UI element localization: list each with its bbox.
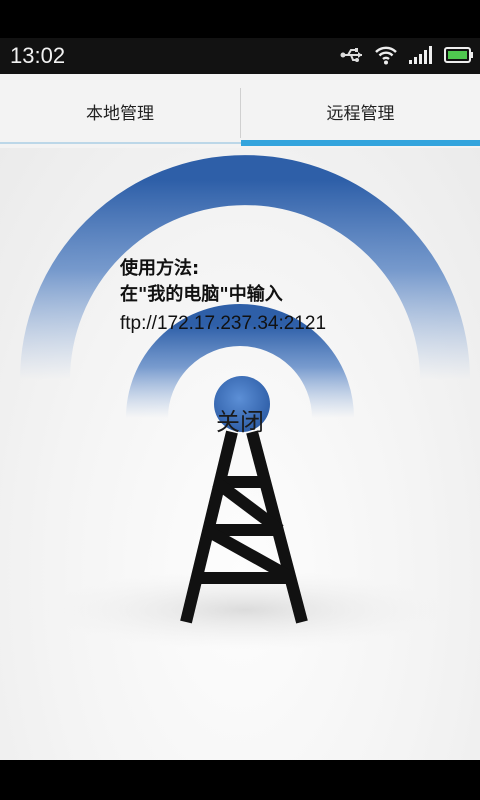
tab-bar: 本地管理 远程管理 — [0, 74, 480, 148]
status-time: 13:02 — [10, 43, 66, 68]
usage-instructions: 使用方法: 在"我的电脑"中输入 ftp://172.17.237.34:212… — [120, 256, 460, 337]
status-icons — [340, 45, 474, 65]
usb-icon — [340, 48, 362, 62]
instruction-line: 在"我的电脑"中输入 — [120, 284, 283, 305]
signal-icon — [409, 46, 432, 64]
top-black-bar — [0, 0, 480, 38]
ftp-address: ftp://172.17.237.34:2121 — [120, 313, 327, 334]
wifi-icon — [375, 46, 397, 65]
battery-icon — [444, 47, 473, 63]
tab-active-indicator — [241, 140, 480, 146]
status-bar: 13:02 — [0, 38, 480, 74]
tab-remote-manage[interactable]: 远程管理 — [241, 74, 480, 148]
instruction-title: 使用方法: — [120, 258, 200, 279]
remote-content: 使用方法: 在"我的电脑"中输入 ftp://172.17.237.34:212… — [0, 148, 480, 760]
tab-local-manage[interactable]: 本地管理 — [0, 74, 240, 148]
broadcast-illustration — [20, 155, 470, 650]
bottom-black-bar — [0, 760, 480, 800]
close-button[interactable]: 关闭 — [208, 402, 272, 436]
